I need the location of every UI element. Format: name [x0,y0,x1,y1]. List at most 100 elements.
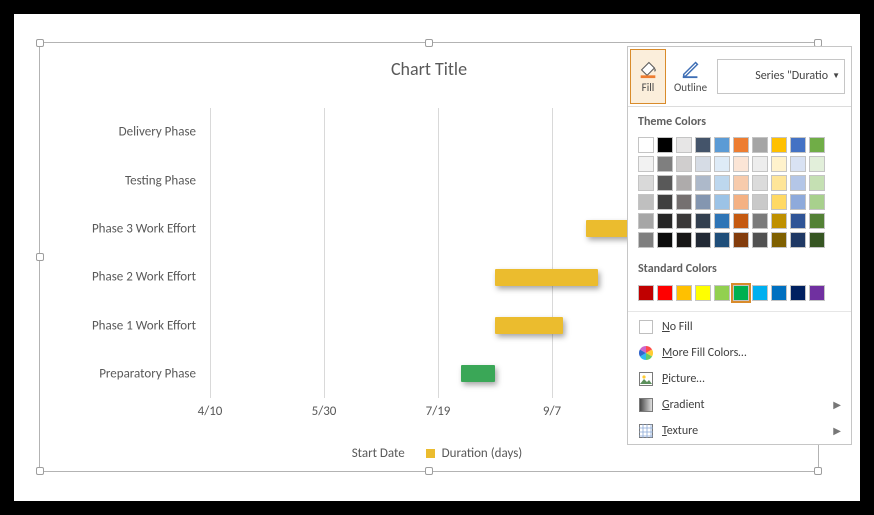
legend[interactable]: Start Date Duration (days) [40,446,818,461]
theme-color-swatch[interactable] [676,175,692,191]
theme-color-swatch[interactable] [752,232,768,248]
legend-label: Duration (days) [442,446,523,461]
resize-handle-se[interactable] [814,467,822,475]
theme-color-swatch[interactable] [714,194,730,210]
theme-color-swatch[interactable] [657,137,673,153]
theme-color-swatch[interactable] [714,137,730,153]
theme-color-swatch[interactable] [733,175,749,191]
y-category-label: Phase 3 Work Effort [92,221,196,236]
theme-color-swatch[interactable] [657,194,673,210]
theme-color-swatch[interactable] [733,213,749,229]
outline-button[interactable]: Outline [668,47,713,106]
theme-color-swatch[interactable] [790,213,806,229]
resize-handle-nw[interactable] [36,39,44,47]
theme-color-swatch[interactable] [676,194,692,210]
standard-color-swatch[interactable] [695,285,711,301]
theme-color-swatch[interactable] [752,194,768,210]
theme-color-swatch[interactable] [790,175,806,191]
legend-label: Start Date [352,446,405,461]
gantt-bar[interactable] [495,317,563,334]
theme-color-swatch[interactable] [695,175,711,191]
theme-color-swatch[interactable] [771,156,787,172]
standard-color-swatch[interactable] [733,285,749,301]
no-fill-item[interactable]: No Fill [628,314,851,340]
theme-color-swatch[interactable] [752,137,768,153]
theme-color-swatch[interactable] [638,175,654,191]
theme-color-swatch[interactable] [657,232,673,248]
theme-color-swatch[interactable] [809,232,825,248]
theme-color-swatch[interactable] [695,213,711,229]
theme-color-swatch[interactable] [695,137,711,153]
theme-color-swatch[interactable] [657,213,673,229]
theme-color-swatch[interactable] [771,175,787,191]
y-category-label: Phase 1 Work Effort [92,318,196,333]
theme-color-swatch[interactable] [771,232,787,248]
theme-color-swatch[interactable] [733,194,749,210]
theme-color-swatch[interactable] [714,175,730,191]
theme-color-swatch[interactable] [695,232,711,248]
theme-color-swatch[interactable] [676,213,692,229]
resize-handle-sw[interactable] [36,467,44,475]
standard-color-swatch[interactable] [752,285,768,301]
theme-color-swatch[interactable] [714,232,730,248]
theme-colors-heading: Theme Colors [628,107,851,133]
series-selector-label: Series "Duratio [755,69,828,83]
theme-color-swatch[interactable] [714,213,730,229]
no-fill-label: o Fill [670,320,693,334]
y-category-label: Phase 2 Work Effort [92,270,196,285]
worksheet: Chart Title 4/105/307/199/710/27Delivery… [14,14,860,501]
resize-handle-s[interactable] [425,467,433,475]
standard-color-swatch[interactable] [638,285,654,301]
theme-color-swatch[interactable] [695,194,711,210]
theme-color-swatch[interactable] [790,156,806,172]
theme-color-swatch[interactable] [809,137,825,153]
series-selector[interactable]: Series "Duratio ▼ [717,59,845,94]
theme-color-swatch[interactable] [676,156,692,172]
theme-color-swatch[interactable] [790,137,806,153]
theme-color-swatch[interactable] [676,137,692,153]
standard-color-swatch[interactable] [771,285,787,301]
theme-color-swatch[interactable] [638,232,654,248]
theme-color-swatch[interactable] [752,156,768,172]
theme-color-swatch[interactable] [752,175,768,191]
standard-color-swatch[interactable] [657,285,673,301]
theme-color-swatch[interactable] [809,194,825,210]
resize-handle-w[interactable] [36,253,44,261]
standard-color-swatch[interactable] [714,285,730,301]
more-fill-colors-item[interactable]: More Fill Colors… [628,340,851,366]
texture-label: exture [667,424,698,438]
theme-color-swatch[interactable] [752,213,768,229]
theme-color-swatch[interactable] [809,156,825,172]
theme-color-swatch[interactable] [714,156,730,172]
theme-color-swatch[interactable] [733,156,749,172]
standard-color-swatch[interactable] [809,285,825,301]
theme-color-swatch[interactable] [695,156,711,172]
gantt-bar[interactable] [495,269,598,286]
theme-color-swatch[interactable] [790,232,806,248]
picture-fill-item[interactable]: Picture… [628,366,851,392]
theme-color-swatch[interactable] [657,175,673,191]
fill-button[interactable]: Fill [630,49,666,104]
submenu-arrow-icon: ▶ [833,399,841,411]
theme-color-swatch[interactable] [809,213,825,229]
theme-color-swatch[interactable] [638,194,654,210]
theme-color-swatch[interactable] [733,232,749,248]
theme-color-swatch[interactable] [771,137,787,153]
standard-color-swatch[interactable] [676,285,692,301]
theme-color-swatch[interactable] [771,213,787,229]
theme-color-swatch[interactable] [638,213,654,229]
standard-color-swatch[interactable] [790,285,806,301]
texture-fill-item[interactable]: Texture ▶ [628,418,851,444]
theme-color-swatch[interactable] [638,156,654,172]
theme-color-swatch[interactable] [676,232,692,248]
theme-color-swatch[interactable] [638,137,654,153]
resize-handle-n[interactable] [425,39,433,47]
theme-color-swatch[interactable] [657,156,673,172]
gantt-bar[interactable] [461,365,495,382]
theme-color-swatch[interactable] [733,137,749,153]
theme-color-swatch[interactable] [809,175,825,191]
theme-color-swatch[interactable] [771,194,787,210]
gradient-fill-item[interactable]: Gradient ▶ [628,392,851,418]
theme-color-swatch[interactable] [790,194,806,210]
no-fill-icon [638,319,654,335]
